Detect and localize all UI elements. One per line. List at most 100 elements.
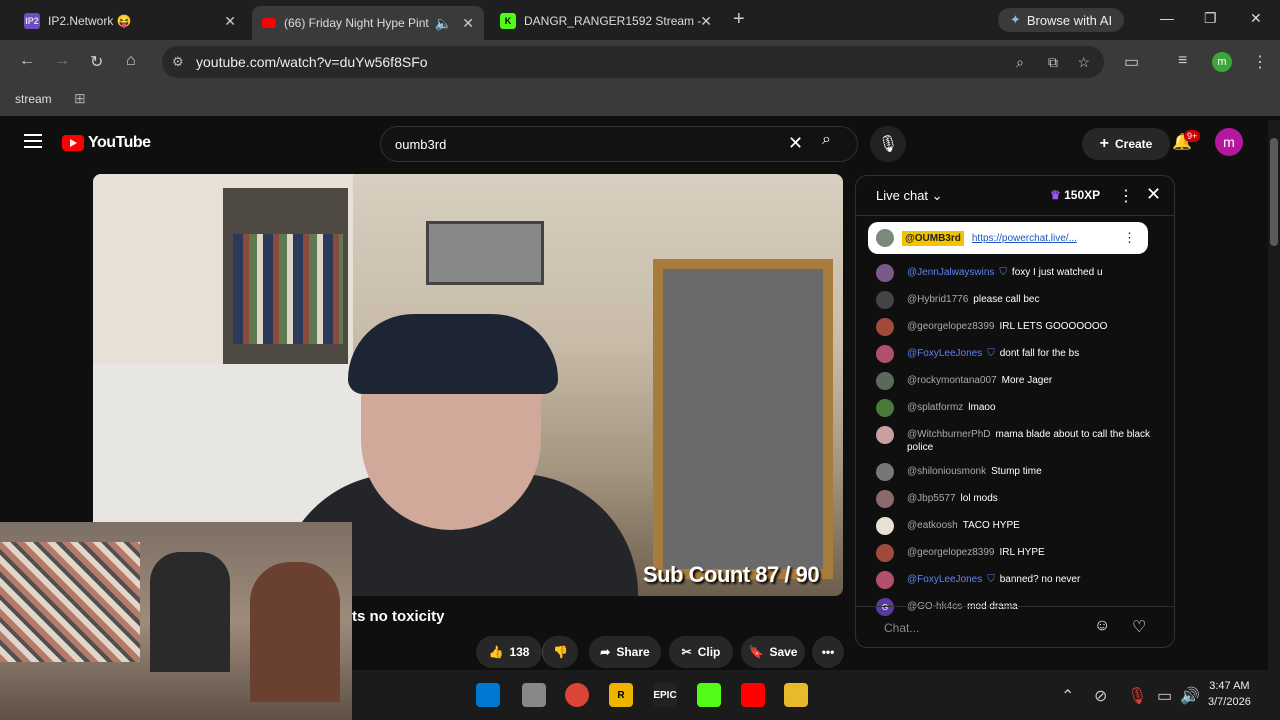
chat-avatar[interactable] <box>876 571 894 589</box>
microphone-icon[interactable]: 🎙 <box>870 126 906 162</box>
chat-username[interactable]: @georgelopez8399 <box>907 321 994 332</box>
close-icon[interactable]: ✕ <box>700 13 712 30</box>
menu-icon[interactable]: ⋮ <box>1252 52 1268 72</box>
clip-button[interactable]: ✂ Clip <box>669 636 733 668</box>
zoom-icon[interactable]: ⌕ <box>1016 54 1024 71</box>
volume-icon[interactable]: 🔊 <box>1180 686 1200 706</box>
more-vertical-icon[interactable]: ⋮ <box>1118 186 1134 206</box>
chat-username[interactable]: @JennJalwayswins <box>907 267 994 278</box>
chevron-up-icon[interactable]: ⌃ <box>1061 686 1074 706</box>
chat-input[interactable]: Chat... <box>884 621 919 635</box>
chat-avatar[interactable] <box>876 345 894 363</box>
close-icon[interactable]: ✕ <box>462 15 474 32</box>
forward-icon[interactable]: → <box>54 52 70 70</box>
emoji-icon[interactable]: ☺ <box>1094 617 1110 635</box>
chat-body: Stump time <box>991 466 1042 477</box>
restore-icon[interactable]: ❐ <box>1204 10 1217 27</box>
video-scene-mirror <box>653 259 833 579</box>
bookmark-stream[interactable]: stream <box>15 92 52 106</box>
chat-message: @WitchburnerPhD mama blade about to call … <box>876 426 1151 454</box>
chat-username[interactable]: @rockymontana007 <box>907 375 997 386</box>
pinned-link[interactable]: https://powerchat.live/... <box>972 233 1077 244</box>
speaker-icon[interactable]: 🔈 <box>435 15 452 32</box>
rockstar-icon[interactable]: R <box>609 683 633 707</box>
install-icon[interactable]: ⧉ <box>1048 54 1058 71</box>
share-button[interactable]: ➦ Share <box>589 636 661 668</box>
chat-avatar[interactable] <box>876 463 894 481</box>
apps-grid-icon[interactable]: ⊞ <box>74 90 86 107</box>
system-clock[interactable]: 3:47 AM 3/7/2026 <box>1208 678 1251 710</box>
browse-with-ai-button[interactable]: ✦ Browse with AI <box>998 8 1124 32</box>
chat-username[interactable]: @FoxyLeeJones <box>907 574 982 585</box>
tab-title: DANGR_RANGER1592 Stream - <box>524 14 702 28</box>
chat-username[interactable]: @FoxyLeeJones <box>907 348 982 359</box>
network-icon[interactable]: ⊘ <box>1094 686 1107 706</box>
chat-avatar[interactable] <box>876 264 894 282</box>
close-window-icon[interactable]: ✕ <box>1250 10 1262 27</box>
like-button[interactable]: 👍 138 <box>476 636 542 668</box>
search-input[interactable]: oumb3rd <box>380 126 858 162</box>
chat-username[interactable]: @eatkoosh <box>907 520 958 531</box>
chat-avatar[interactable] <box>876 490 894 508</box>
youtube-logo[interactable]: YouTube <box>62 134 151 152</box>
kick-icon[interactable] <box>697 683 721 707</box>
chat-avatar[interactable] <box>876 399 894 417</box>
epic-games-icon[interactable]: EPIC <box>653 683 677 707</box>
tab-kick[interactable]: K DANGR_RANGER1592 Stream - ✕ <box>490 6 722 36</box>
back-icon[interactable]: ← <box>19 52 35 70</box>
hamburger-menu-icon[interactable] <box>24 134 42 148</box>
chat-username[interactable]: @splatformz <box>907 402 963 413</box>
more-actions-button[interactable]: ••• <box>812 636 844 668</box>
bookmark-icon: 🔖 <box>748 645 764 659</box>
home-icon[interactable]: ⌂ <box>126 52 136 70</box>
chat-avatar[interactable] <box>876 544 894 562</box>
chat-username[interactable]: @Jbp5577 <box>907 493 956 504</box>
start-windows-icon[interactable] <box>476 683 500 707</box>
pinned-message[interactable]: @OUMB3rd https://powerchat.live/... ⋮ <box>868 222 1148 254</box>
search-icon[interactable]: ⌕ <box>822 131 831 149</box>
close-chat-icon[interactable]: ✕ <box>1146 184 1161 205</box>
tab-ip2network[interactable]: IP2 IP2.Network 😝 ✕ <box>14 6 246 36</box>
chat-message-text: @FoxyLeeJones ⛉ dont fall for the bs <box>907 345 1079 360</box>
display-icon[interactable]: ▭ <box>1157 686 1172 706</box>
site-info-icon[interactable]: ⚙ <box>172 54 184 70</box>
chat-body: dont fall for the bs <box>999 348 1080 359</box>
star-icon[interactable]: ☆ <box>1077 54 1090 71</box>
chat-avatar[interactable] <box>876 517 894 535</box>
reload-icon[interactable]: ↻ <box>90 52 103 72</box>
account-avatar[interactable]: m <box>1215 128 1243 156</box>
chat-username[interactable]: @georgelopez8399 <box>907 547 994 558</box>
microphone-tray-icon[interactable]: 🎙 <box>1127 686 1147 706</box>
more-vertical-icon[interactable]: ⋮ <box>1123 230 1136 246</box>
close-icon[interactable]: ✕ <box>224 13 236 30</box>
cast-icon[interactable]: ▭ <box>1124 52 1139 72</box>
youtube-app-icon[interactable] <box>741 683 765 707</box>
minimize-icon[interactable]: — <box>1160 10 1174 26</box>
crown-icon: ♛ <box>1050 188 1061 202</box>
chat-avatar[interactable] <box>876 372 894 390</box>
chat-mode-dropdown[interactable]: Live chat ⌄ <box>876 188 943 204</box>
pip-scene-person-1 <box>150 552 230 672</box>
xp-badge[interactable]: ♛ 150XP <box>1050 188 1100 202</box>
clear-search-icon[interactable]: ✕ <box>788 133 803 154</box>
chat-username[interactable]: @WitchburnerPhD <box>907 429 991 440</box>
create-button[interactable]: + Create <box>1082 128 1170 160</box>
chat-avatar[interactable] <box>876 426 894 444</box>
new-tab-icon[interactable]: + <box>733 8 745 31</box>
profile-avatar[interactable]: m <box>1212 52 1232 72</box>
page-scrollbar-thumb[interactable] <box>1270 138 1278 246</box>
heart-icon[interactable]: ♡ <box>1132 617 1146 637</box>
chat-username[interactable]: @shiloniousmonk <box>907 466 986 477</box>
tab-youtube[interactable]: (66) Friday Night Hype Pint 🔈 ✕ <box>252 6 484 40</box>
chrome-icon[interactable] <box>565 683 589 707</box>
url-omnibox[interactable]: ⚙ youtube.com/watch?v=duYw56f8SFo ⌕ ⧉ ☆ <box>162 46 1104 78</box>
media-icon[interactable]: ≡ <box>1178 52 1187 70</box>
chat-username[interactable]: @Hybrid1776 <box>907 294 968 305</box>
picture-in-picture-video[interactable] <box>0 522 352 720</box>
chat-avatar[interactable] <box>876 318 894 336</box>
task-view-icon[interactable] <box>522 683 546 707</box>
chat-avatar[interactable] <box>876 291 894 309</box>
dislike-button[interactable]: 👎 <box>542 636 578 668</box>
file-explorer-icon[interactable] <box>784 683 808 707</box>
save-button[interactable]: 🔖 Save <box>741 636 805 668</box>
